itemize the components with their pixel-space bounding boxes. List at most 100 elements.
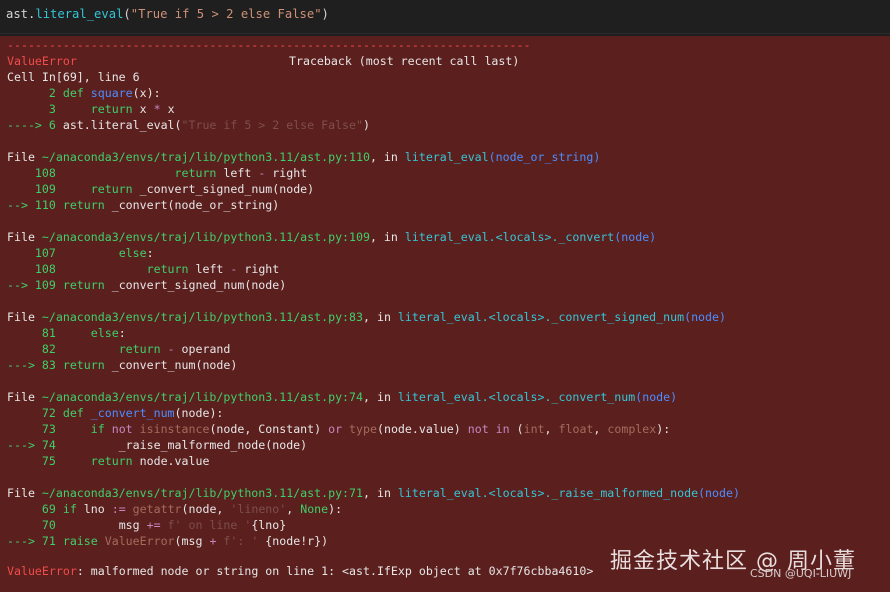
code-token: File: [7, 310, 42, 324]
code-token: not in: [467, 422, 510, 436]
code-token: File: [7, 230, 42, 244]
code-token: raise: [62, 534, 98, 548]
code-token: or: [328, 422, 343, 436]
code-object: ast: [6, 7, 29, 21]
code-token: getattr: [125, 502, 182, 516]
code-token: (node): [698, 486, 740, 500]
code-token: 3: [7, 102, 91, 116]
code-line: 69 if lno := getattr(node, 'lineno', Non…: [7, 501, 342, 517]
code-token: ValueError: [97, 534, 175, 548]
code-token: operand: [174, 342, 231, 356]
code-line: 70 msg += f' on line '{lno}: [7, 517, 286, 533]
code-token: left: [216, 166, 259, 180]
code-line: 81 else:: [7, 325, 126, 341]
final-error-line: ValueError: malformed node or string on …: [7, 563, 593, 579]
code-token: else: [90, 326, 119, 340]
code-token: msg: [118, 518, 147, 532]
code-token: (node.value): [376, 422, 468, 436]
code-token: (node): [635, 390, 678, 404]
code-token: _convert(node_or_string): [104, 198, 280, 212]
code-token: ,: [286, 502, 301, 516]
code-token: , in: [369, 230, 405, 244]
code-line-current: ---> 71 raise ValueError(msg + f': ' {no…: [7, 533, 328, 549]
final-error-message: : malformed node or string on line 1: <a…: [76, 564, 594, 578]
file-path-link[interactable]: ~/anaconda3/envs/traj/lib/python3.11/ast…: [42, 486, 363, 500]
code-token: _convert_signed_num(node): [104, 278, 287, 292]
code-token: :: [118, 326, 126, 340]
code-token: ----> 6: [7, 118, 63, 132]
code-token: None: [300, 502, 329, 516]
frame-file-line: File ~/anaconda3/envs/traj/lib/python3.1…: [7, 229, 656, 245]
code-token: , in: [363, 310, 398, 324]
code-token: lno: [76, 502, 112, 516]
code-input-cell[interactable]: ast.literal_eval("True if 5 > 2 else Fal…: [0, 0, 890, 34]
code-token: right: [265, 166, 308, 180]
code-token: return: [90, 182, 133, 196]
file-path-link[interactable]: ~/anaconda3/envs/traj/lib/python3.11/ast…: [42, 390, 363, 404]
code-token: 82: [7, 342, 119, 356]
code-token: "True if 5 > 2 else False": [181, 118, 363, 132]
code-token: 108: [7, 262, 147, 276]
file-path-link[interactable]: ~/anaconda3/envs/traj/lib/python3.11/ast…: [42, 230, 370, 244]
code-token: ---> 71: [7, 534, 63, 548]
code-token: literal_eval.<locals>._convert_signed_nu…: [397, 310, 685, 324]
error-name: ValueError: [7, 54, 77, 68]
code-token: literal_eval.<locals>._convert_num: [397, 390, 636, 404]
code-token: type: [342, 422, 377, 436]
code-line-current: ----> 6 ast.literal_eval("True if 5 > 2 …: [7, 117, 370, 133]
code-line: 108 return left - right: [7, 261, 279, 277]
code-token: _convert_num(node): [104, 358, 238, 372]
code-input-line[interactable]: ast.literal_eval("True if 5 > 2 else Fal…: [6, 7, 329, 21]
code-token: File: [7, 390, 42, 404]
code-token: left: [188, 262, 231, 276]
code-token: if: [90, 422, 105, 436]
code-token: literal_eval: [404, 150, 489, 164]
code-token: ---> 83: [7, 358, 63, 372]
code-token: File: [7, 150, 42, 164]
code-token: ast.literal_eval(: [62, 118, 182, 132]
code-token: 75: [7, 454, 91, 468]
code-token: def: [62, 86, 84, 100]
code-token: -: [167, 342, 175, 356]
error-output: ----------------------------------------…: [0, 36, 890, 592]
code-token: x: [132, 102, 154, 116]
code-token: :: [146, 246, 154, 260]
traceback-title-line: ValueError Traceback (most recent call la…: [7, 53, 519, 69]
cell-info: Cell In[69], line 6: [7, 70, 140, 84]
code-token: right: [237, 262, 280, 276]
code-token: return: [62, 358, 105, 372]
code-line: 3 return x * x: [7, 101, 175, 117]
code-token: float: [558, 422, 594, 436]
code-token: return: [90, 454, 133, 468]
code-line: 73 if not isinstance(node, Constant) or …: [7, 421, 670, 437]
code-token: (msg: [174, 534, 210, 548]
code-paren: ): [321, 7, 329, 21]
code-token: _raise_malformed_node(node): [62, 438, 308, 452]
traceback-header: Traceback (most recent call last): [289, 54, 520, 68]
code-token: 72: [7, 406, 63, 420]
code-token: *: [153, 102, 161, 116]
code-token: 70: [7, 518, 119, 532]
code-token: f': ': [216, 534, 259, 548]
code-line: 109 return _convert_signed_num(node): [7, 181, 314, 197]
file-path-link[interactable]: ~/anaconda3/envs/traj/lib/python3.11/ast…: [42, 310, 363, 324]
code-token: (node): [684, 310, 726, 324]
frame-file-line: File ~/anaconda3/envs/traj/lib/python3.1…: [7, 149, 600, 165]
code-token: (x):: [132, 86, 161, 100]
code-token: return: [174, 166, 217, 180]
code-token: 73: [7, 422, 91, 436]
code-token: (node, Constant): [209, 422, 329, 436]
code-token: x: [160, 102, 175, 116]
code-token: not: [104, 422, 133, 436]
code-token: node.value: [132, 454, 210, 468]
code-token: literal_eval.<locals>._convert: [404, 230, 615, 244]
file-path-link[interactable]: ~/anaconda3/envs/traj/lib/python3.11/ast…: [42, 150, 370, 164]
code-token: ,: [593, 422, 608, 436]
code-token: (node_or_string): [488, 150, 601, 164]
code-paren: (: [123, 7, 131, 21]
code-line-current: ---> 74 _raise_malformed_node(node): [7, 437, 307, 453]
code-token: ,: [544, 422, 559, 436]
code-token: --> 109: [7, 278, 63, 292]
code-token: return: [146, 262, 189, 276]
code-token: square: [83, 86, 133, 100]
